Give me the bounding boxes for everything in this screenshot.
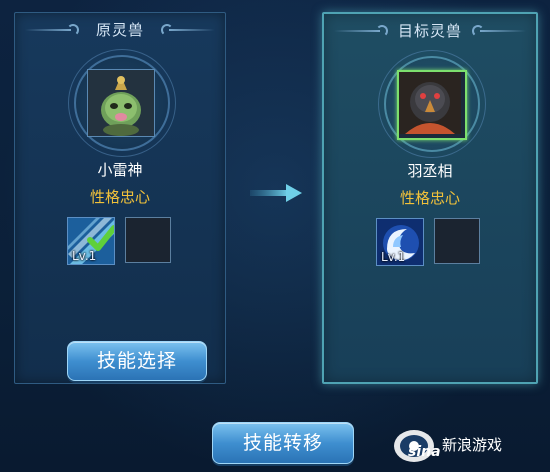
source-pet-trait: 性格忠心: [89, 188, 150, 206]
target-empty-skill-slot[interactable]: [434, 218, 480, 264]
target-pet-portrait[interactable]: [397, 70, 467, 140]
target-skill-slot[interactable]: Lv.1: [376, 218, 424, 266]
title-ornament-right: [169, 29, 215, 31]
target-pet-panel: 目标灵兽 羽丞相 性格忠心 Lv.1: [322, 12, 538, 384]
watermark-text: 新浪游戏: [442, 436, 503, 454]
select-skill-button[interactable]: 技能选择: [67, 341, 207, 381]
source-pet-name: 小雷神: [97, 161, 143, 179]
sina-brand-text: sina: [408, 444, 441, 460]
source-skill-slot[interactable]: Lv.1: [67, 217, 115, 265]
sina-games-watermark: sina 新浪游戏: [392, 424, 542, 464]
target-pet-trait: 性格忠心: [399, 189, 460, 207]
source-empty-skill-slot[interactable]: [125, 217, 171, 263]
green-creature-icon: [88, 70, 154, 136]
source-skill-level: Lv.1: [72, 249, 97, 263]
source-pet-panel: 原灵兽 小雷神 性格忠心 Lv.1 技能选择: [14, 12, 226, 384]
game-stage: 原灵兽 小雷神 性格忠心 Lv.1 技能选择 目标灵兽 羽丞相 性格忠心 Lv.…: [0, 0, 550, 472]
source-pet-portrait[interactable]: [87, 69, 155, 137]
transfer-skill-button[interactable]: 技能转移: [212, 422, 354, 464]
target-skill-level: Lv.1: [381, 250, 406, 264]
black-bird-icon: [399, 72, 461, 134]
title-ornament-right: [480, 30, 526, 32]
target-pet-name: 羽丞相: [407, 162, 453, 180]
transfer-arrow-icon: [250, 184, 302, 202]
